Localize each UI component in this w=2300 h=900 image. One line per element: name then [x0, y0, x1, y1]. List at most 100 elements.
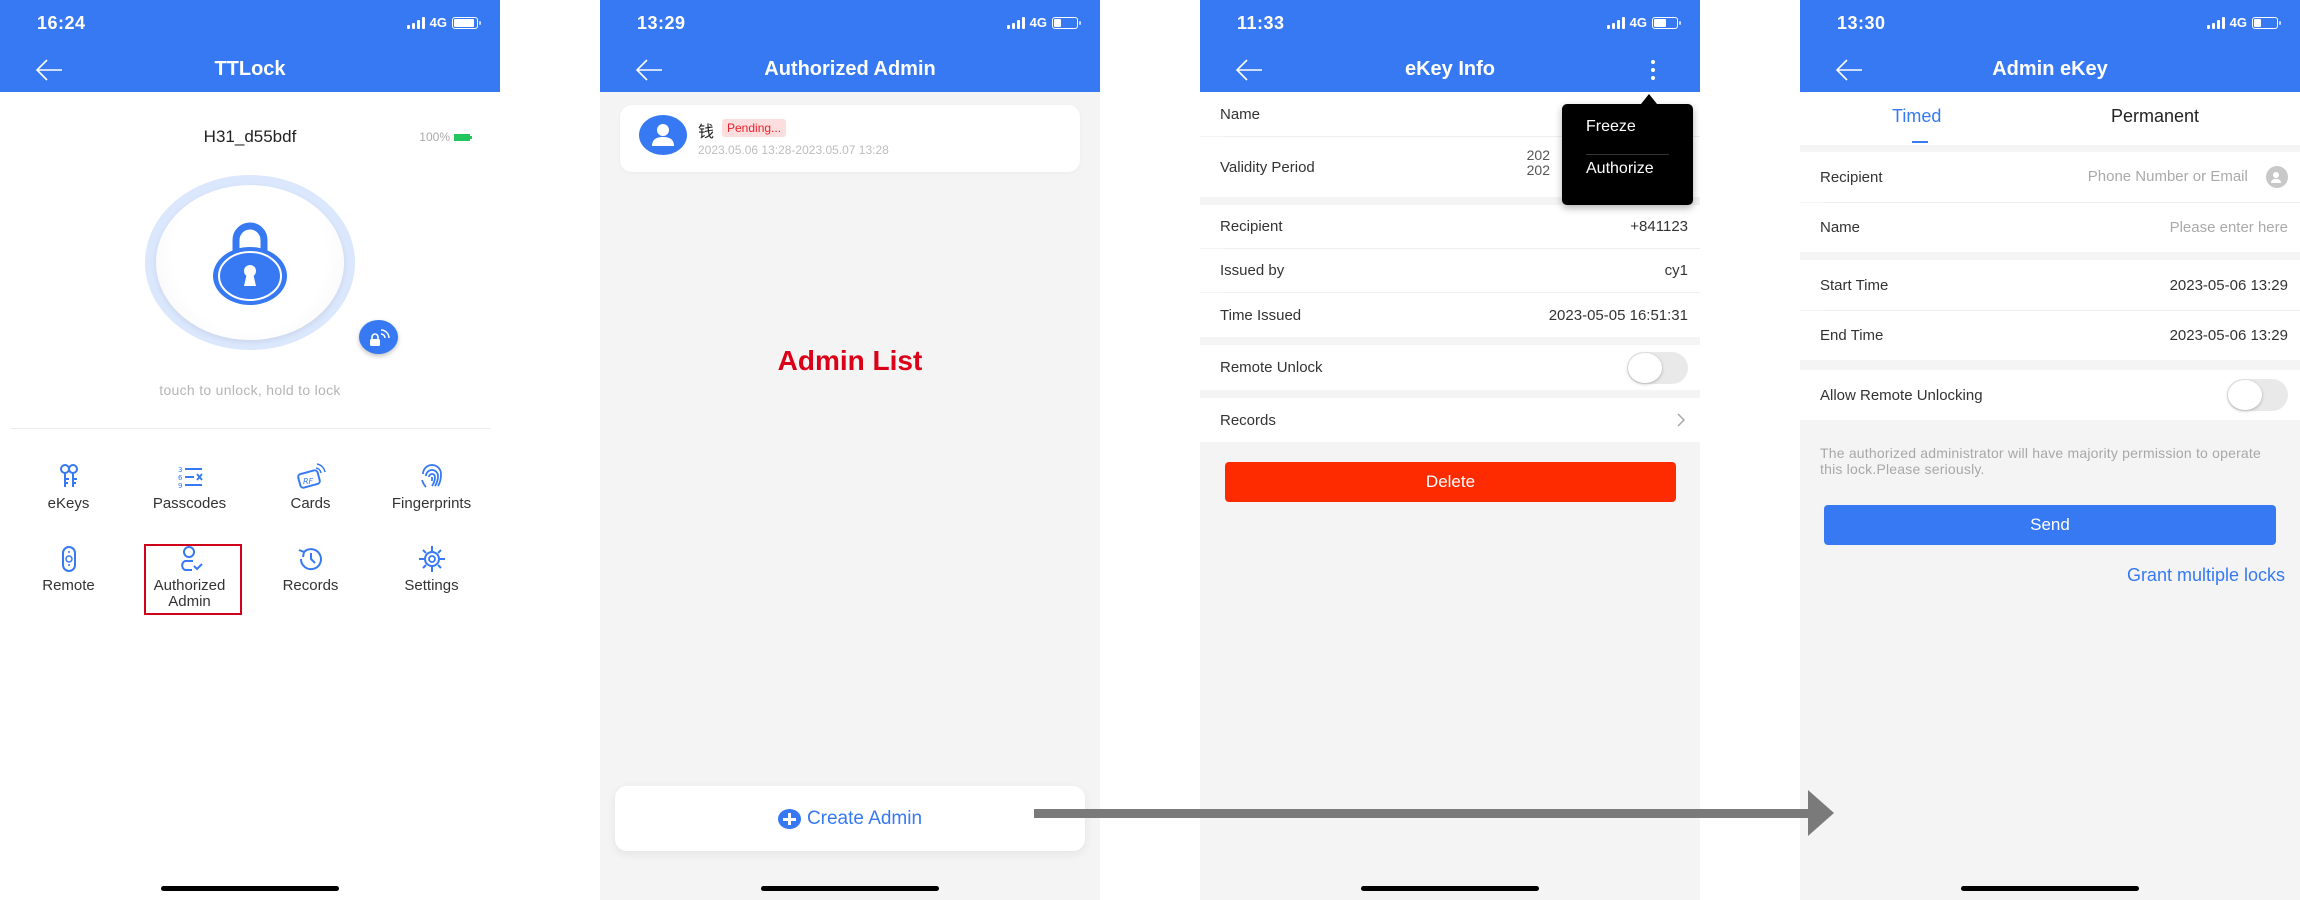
tab-bar: Timed Permanent — [1800, 92, 2300, 145]
row-issued-by: Issued by cy1 — [1200, 249, 1700, 292]
row-label: Validity Period — [1220, 158, 1315, 176]
create-admin-label: Create Admin — [806, 807, 923, 829]
validity-end: 202 — [1526, 162, 1550, 178]
menu-passcodes[interactable]: 369 Passcodes — [129, 462, 250, 512]
lock-battery: 100% — [419, 130, 472, 144]
status-time: 11:33 — [1237, 13, 1285, 33]
divider — [1586, 154, 1669, 155]
row-recipient: Recipient Phone Number or Email — [1800, 152, 2300, 202]
row-label: End Time — [1820, 327, 1884, 344]
menu-settings[interactable]: Settings — [371, 544, 492, 594]
status-badge: Pending... — [722, 119, 787, 137]
tab-timed[interactable]: Timed — [1892, 106, 1941, 127]
home-indicator — [161, 886, 339, 891]
gear-icon — [418, 546, 445, 572]
row-label: Name — [1220, 105, 1261, 123]
flow-arrow-icon — [1034, 790, 1834, 836]
battery-icon — [1652, 16, 1681, 29]
padlock-icon — [213, 222, 287, 305]
home-indicator — [1961, 886, 2139, 891]
admin-list-item[interactable]: 钱 Pending... 2023.05.06 13:28-2023.05.07… — [620, 105, 1080, 172]
row-label: Name — [1820, 219, 1861, 236]
page-title: Authorized Admin — [764, 58, 936, 80]
signal-icon — [1606, 16, 1625, 29]
remote-unlock-toggle[interactable] — [1627, 351, 1688, 384]
row-start-time[interactable]: Start Time 2023-05-06 13:29 — [1800, 260, 2300, 310]
status-bar: 13:30 4G — [1800, 0, 2300, 48]
signal-icon — [406, 16, 425, 29]
row-label: Recipient — [1820, 168, 1883, 186]
allow-remote-toggle[interactable] — [2227, 379, 2288, 411]
validity-start: 202 — [1526, 147, 1550, 163]
svg-text:RF: RF — [303, 477, 314, 486]
history-icon — [298, 548, 322, 571]
more-vertical-icon[interactable] — [1646, 57, 1660, 83]
recipient-input[interactable]: Phone Number or Email — [2088, 166, 2288, 188]
chevron-right-icon — [1677, 413, 1686, 427]
avatar — [639, 115, 687, 155]
signal-icon — [2206, 16, 2225, 29]
row-label: Recipient — [1220, 218, 1283, 235]
status-time: 16:24 — [37, 13, 86, 33]
menu-fingerprints[interactable]: Fingerprints — [371, 462, 492, 512]
menu-remote[interactable]: Remote — [8, 544, 129, 594]
page-title: TTLock — [214, 58, 286, 80]
tab-permanent[interactable]: Permanent — [2111, 106, 2199, 127]
recipient-placeholder: Phone Number or Email — [2087, 167, 2248, 185]
network-type: 4G — [429, 15, 447, 30]
create-admin-button[interactable]: Create Admin — [615, 786, 1085, 851]
nav-bar: TTLock — [0, 48, 500, 92]
page-title: Admin eKey — [1992, 58, 2108, 80]
permission-note: The authorized administrator will have m… — [1820, 445, 2261, 477]
row-label: Allow Remote Unlocking — [1820, 386, 1983, 404]
contact-icon[interactable] — [2266, 166, 2288, 188]
annotation-label: Admin List — [777, 345, 923, 376]
svg-text:9: 9 — [178, 482, 182, 490]
menu-cards[interactable]: RF Cards — [250, 462, 371, 512]
name-input[interactable]: Please enter here — [2170, 219, 2288, 236]
menu-item-freeze[interactable]: Freeze — [1586, 118, 1636, 136]
menu-ekeys[interactable]: eKeys — [8, 462, 129, 512]
status-bar: 11:33 4G — [1200, 0, 1700, 48]
plus-circle-icon — [777, 808, 801, 829]
svg-text:3: 3 — [178, 466, 182, 474]
network-type: 4G — [2229, 15, 2247, 30]
row-value: cy1 — [1664, 262, 1688, 279]
row-value: 2023-05-05 16:51:31 — [1548, 306, 1688, 324]
nav-bar: Admin eKey — [1800, 48, 2300, 92]
divider — [10, 428, 490, 429]
row-records[interactable]: Records — [1200, 398, 1700, 442]
passcodes-icon: 369 — [178, 466, 203, 490]
row-end-time[interactable]: End Time 2023-05-06 13:29 — [1800, 311, 2300, 360]
tab-indicator — [1912, 141, 1928, 143]
menu-label: Passcodes — [152, 495, 227, 512]
row-label: Time Issued — [1220, 306, 1302, 324]
send-button[interactable]: Send — [1824, 505, 2276, 545]
svg-text:6: 6 — [178, 474, 183, 482]
signal-icon — [1006, 16, 1025, 29]
row-label: Start Time — [1820, 276, 1889, 294]
status-time: 13:29 — [637, 13, 686, 33]
battery-icon — [1052, 16, 1081, 29]
menu-label: Cards — [290, 495, 331, 512]
home-indicator — [761, 886, 939, 891]
remote-unlock-button[interactable] — [359, 320, 398, 354]
screen-ekey-info: 11:33 4G eKey Info Name Validity Period … — [1200, 0, 1700, 900]
delete-button[interactable]: Delete — [1225, 462, 1676, 502]
unlock-button[interactable] — [145, 175, 355, 350]
menu-label: Settings — [404, 577, 459, 594]
status-bar: 16:24 4G — [0, 0, 500, 48]
screen-lock-home: 16:24 4G TTLock H31_d55bdf 100% touch to… — [0, 0, 500, 900]
network-type: 4G — [1029, 15, 1047, 30]
grant-multiple-locks-link[interactable]: Grant multiple locks — [2127, 565, 2285, 586]
row-label: Issued by — [1220, 262, 1285, 279]
page-title: eKey Info — [1404, 58, 1496, 80]
row-time-issued: Time Issued 2023-05-05 16:51:31 — [1200, 293, 1700, 337]
menu-item-authorize[interactable]: Authorize — [1586, 160, 1654, 178]
menu-records[interactable]: Records — [250, 544, 371, 594]
end-time-value: 2023-05-06 13:29 — [2169, 327, 2288, 344]
remote-icon — [61, 546, 76, 572]
nav-bar: eKey Info — [1200, 48, 1700, 92]
row-label: Records — [1220, 411, 1276, 429]
row-allow-remote: Allow Remote Unlocking — [1800, 370, 2300, 420]
